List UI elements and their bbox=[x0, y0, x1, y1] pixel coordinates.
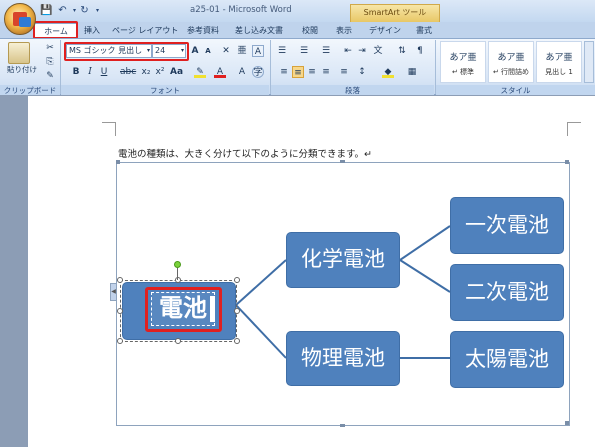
rotation-stem bbox=[177, 268, 178, 280]
resize-handle[interactable] bbox=[175, 338, 181, 344]
connector-line bbox=[399, 259, 451, 293]
connector-line bbox=[235, 304, 287, 359]
resize-handle[interactable] bbox=[234, 277, 240, 283]
resize-handle[interactable] bbox=[117, 338, 123, 344]
resize-handle[interactable] bbox=[234, 308, 240, 314]
resize-handle[interactable] bbox=[234, 338, 240, 344]
node-level2-text[interactable]: 太陽電池 bbox=[450, 344, 564, 374]
office-button[interactable] bbox=[4, 3, 36, 35]
node-level2-text[interactable]: 一次電池 bbox=[450, 210, 564, 240]
resize-handle[interactable] bbox=[117, 308, 123, 314]
connector-line bbox=[399, 225, 451, 261]
office-logo-icon-secondary bbox=[19, 17, 31, 27]
resize-handle[interactable] bbox=[117, 277, 123, 283]
resize-handle[interactable] bbox=[175, 277, 181, 283]
node-level2-text[interactable]: 二次電池 bbox=[450, 277, 564, 307]
connector-line bbox=[235, 259, 287, 306]
rotation-handle[interactable] bbox=[174, 261, 181, 268]
node-level1-text[interactable]: 物理電池 bbox=[286, 343, 400, 373]
node-level1-text[interactable]: 化学電池 bbox=[286, 244, 400, 274]
root-node-highlight bbox=[145, 287, 222, 332]
